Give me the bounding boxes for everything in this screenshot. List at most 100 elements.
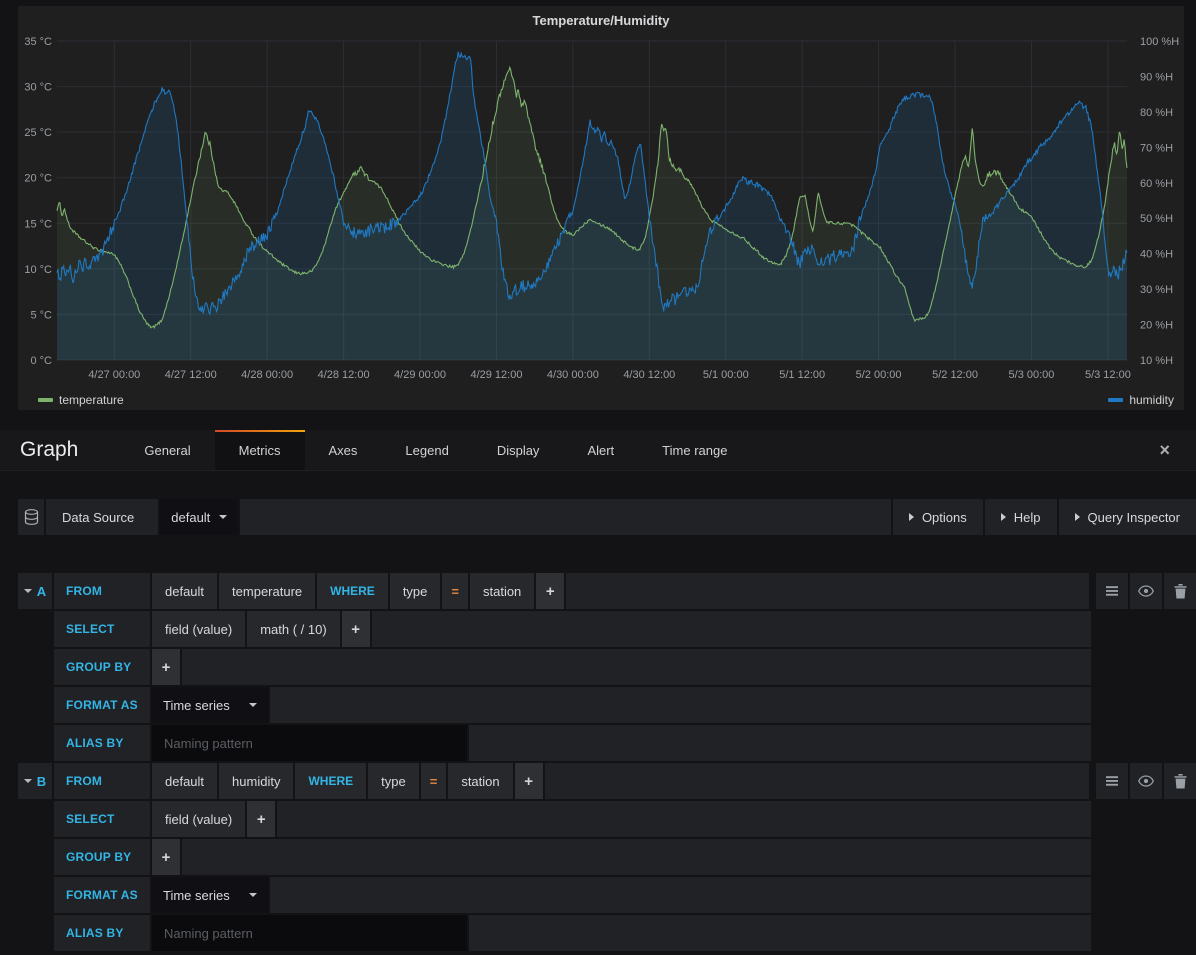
query-b-collapse-toggle[interactable]: B xyxy=(18,763,52,799)
svg-text:5/2 12:00: 5/2 12:00 xyxy=(932,369,978,381)
chevron-right-icon xyxy=(1075,513,1080,521)
svg-text:20 °C: 20 °C xyxy=(24,173,52,185)
humidity-series-swatch xyxy=(1108,398,1123,402)
query-a-collapse-toggle[interactable]: A xyxy=(18,573,52,609)
query-a-from-row: A FROM default temperature WHERE type = … xyxy=(18,573,1196,609)
svg-text:4/27 12:00: 4/27 12:00 xyxy=(165,369,217,381)
where-operator[interactable]: = xyxy=(421,763,447,799)
row-filler xyxy=(545,763,1089,799)
chart-legend: temperature humidity xyxy=(38,393,1174,407)
svg-text:50 %H: 50 %H xyxy=(1140,213,1173,225)
svg-text:5/2 00:00: 5/2 00:00 xyxy=(856,369,902,381)
svg-text:40 %H: 40 %H xyxy=(1140,249,1173,261)
where-tag-value[interactable]: station xyxy=(470,573,534,609)
svg-text:10 %H: 10 %H xyxy=(1140,355,1173,367)
add-condition-button[interactable]: + xyxy=(515,763,543,799)
tab-metrics[interactable]: Metrics xyxy=(215,430,305,470)
panel-editor-tabbar: Graph General Metrics Axes Legend Displa… xyxy=(0,430,1196,471)
datasource-select[interactable]: default xyxy=(160,499,238,535)
where-tag-value[interactable]: station xyxy=(448,763,512,799)
tab-time-range[interactable]: Time range xyxy=(638,430,751,470)
alias-by-label: ALIAS BY xyxy=(54,725,150,761)
select-field[interactable]: field (value) xyxy=(152,801,245,837)
query-block-b: B FROM default humidity WHERE type = sta… xyxy=(18,763,1196,951)
add-group-by-button[interactable]: + xyxy=(152,839,180,875)
row-filler xyxy=(182,649,1091,685)
format-as-select[interactable]: Time series xyxy=(152,687,268,723)
query-delete-button[interactable] xyxy=(1164,573,1196,609)
add-select-part-button[interactable]: + xyxy=(342,611,370,647)
query-b-select-row: SELECT field (value) + xyxy=(18,801,1196,837)
svg-text:60 %H: 60 %H xyxy=(1140,178,1173,190)
legend-item-temperature[interactable]: temperature xyxy=(38,393,124,407)
query-delete-button[interactable] xyxy=(1164,763,1196,799)
chevron-right-icon xyxy=(909,513,914,521)
add-group-by-button[interactable]: + xyxy=(152,649,180,685)
options-button[interactable]: Options xyxy=(893,499,983,535)
svg-text:4/29 00:00: 4/29 00:00 xyxy=(394,369,446,381)
svg-text:4/28 12:00: 4/28 12:00 xyxy=(318,369,370,381)
add-select-part-button[interactable]: + xyxy=(247,801,275,837)
format-as-value: Time series xyxy=(163,698,230,713)
from-measurement[interactable]: humidity xyxy=(219,763,293,799)
svg-text:90 %H: 90 %H xyxy=(1140,71,1173,83)
where-tag-key[interactable]: type xyxy=(368,763,419,799)
svg-text:0 °C: 0 °C xyxy=(30,355,52,367)
query-b-groupby-row: GROUP BY + xyxy=(18,839,1196,875)
options-label: Options xyxy=(922,510,967,525)
datasource-row-filler xyxy=(240,499,891,535)
query-toggle-visibility-button[interactable] xyxy=(1130,573,1162,609)
query-toggle-visibility-button[interactable] xyxy=(1130,763,1162,799)
svg-text:4/30 00:00: 4/30 00:00 xyxy=(547,369,599,381)
chevron-down-icon xyxy=(24,589,32,593)
row-filler xyxy=(566,573,1089,609)
row-filler xyxy=(182,839,1091,875)
svg-text:4/30 12:00: 4/30 12:00 xyxy=(623,369,675,381)
datasource-label: Data Source xyxy=(46,499,158,535)
query-block-a: A FROM default temperature WHERE type = … xyxy=(18,573,1196,761)
row-filler xyxy=(270,877,1091,913)
alias-input[interactable] xyxy=(152,725,467,761)
svg-text:4/29 12:00: 4/29 12:00 xyxy=(470,369,522,381)
row-filler xyxy=(277,801,1091,837)
svg-text:100 %H: 100 %H xyxy=(1140,36,1179,48)
row-filler xyxy=(469,725,1091,761)
timeseries-chart[interactable]: 0 °C5 °C10 °C15 °C20 °C25 °C30 °C35 °C10… xyxy=(18,6,1184,410)
legend-item-humidity[interactable]: humidity xyxy=(1108,393,1174,407)
tab-alert[interactable]: Alert xyxy=(563,430,638,470)
format-as-select[interactable]: Time series xyxy=(152,877,268,913)
chevron-down-icon xyxy=(24,779,32,783)
tab-axes[interactable]: Axes xyxy=(305,430,382,470)
help-label: Help xyxy=(1014,510,1041,525)
tab-general[interactable]: General xyxy=(120,430,214,470)
svg-text:30 %H: 30 %H xyxy=(1140,284,1173,296)
alias-input[interactable] xyxy=(152,915,467,951)
group-by-label: GROUP BY xyxy=(54,649,150,685)
where-keyword[interactable]: WHERE xyxy=(295,763,366,799)
panel-title[interactable]: Temperature/Humidity xyxy=(18,13,1184,28)
select-field[interactable]: field (value) xyxy=(152,611,245,647)
tab-display[interactable]: Display xyxy=(473,430,564,470)
query-a-alias-row: ALIAS BY xyxy=(18,725,1196,761)
help-button[interactable]: Help xyxy=(985,499,1057,535)
from-measurement-policy[interactable]: default xyxy=(152,573,217,609)
svg-text:30 °C: 30 °C xyxy=(24,82,52,94)
chevron-down-icon xyxy=(219,515,227,519)
query-b-format-row: FORMAT AS Time series xyxy=(18,877,1196,913)
close-icon[interactable]: × xyxy=(1159,441,1170,459)
query-a-groupby-row: GROUP BY + xyxy=(18,649,1196,685)
query-menu-button[interactable] xyxy=(1096,573,1128,609)
from-measurement-policy[interactable]: default xyxy=(152,763,217,799)
query-inspector-button[interactable]: Query Inspector xyxy=(1059,499,1196,535)
legend-label: temperature xyxy=(59,393,124,407)
svg-text:20 %H: 20 %H xyxy=(1140,320,1173,332)
tab-legend[interactable]: Legend xyxy=(381,430,472,470)
from-measurement[interactable]: temperature xyxy=(219,573,315,609)
svg-text:5/3 00:00: 5/3 00:00 xyxy=(1009,369,1055,381)
select-math[interactable]: math ( / 10) xyxy=(247,611,339,647)
where-operator[interactable]: = xyxy=(442,573,468,609)
where-tag-key[interactable]: type xyxy=(390,573,441,609)
add-condition-button[interactable]: + xyxy=(536,573,564,609)
query-menu-button[interactable] xyxy=(1096,763,1128,799)
where-keyword[interactable]: WHERE xyxy=(317,573,388,609)
